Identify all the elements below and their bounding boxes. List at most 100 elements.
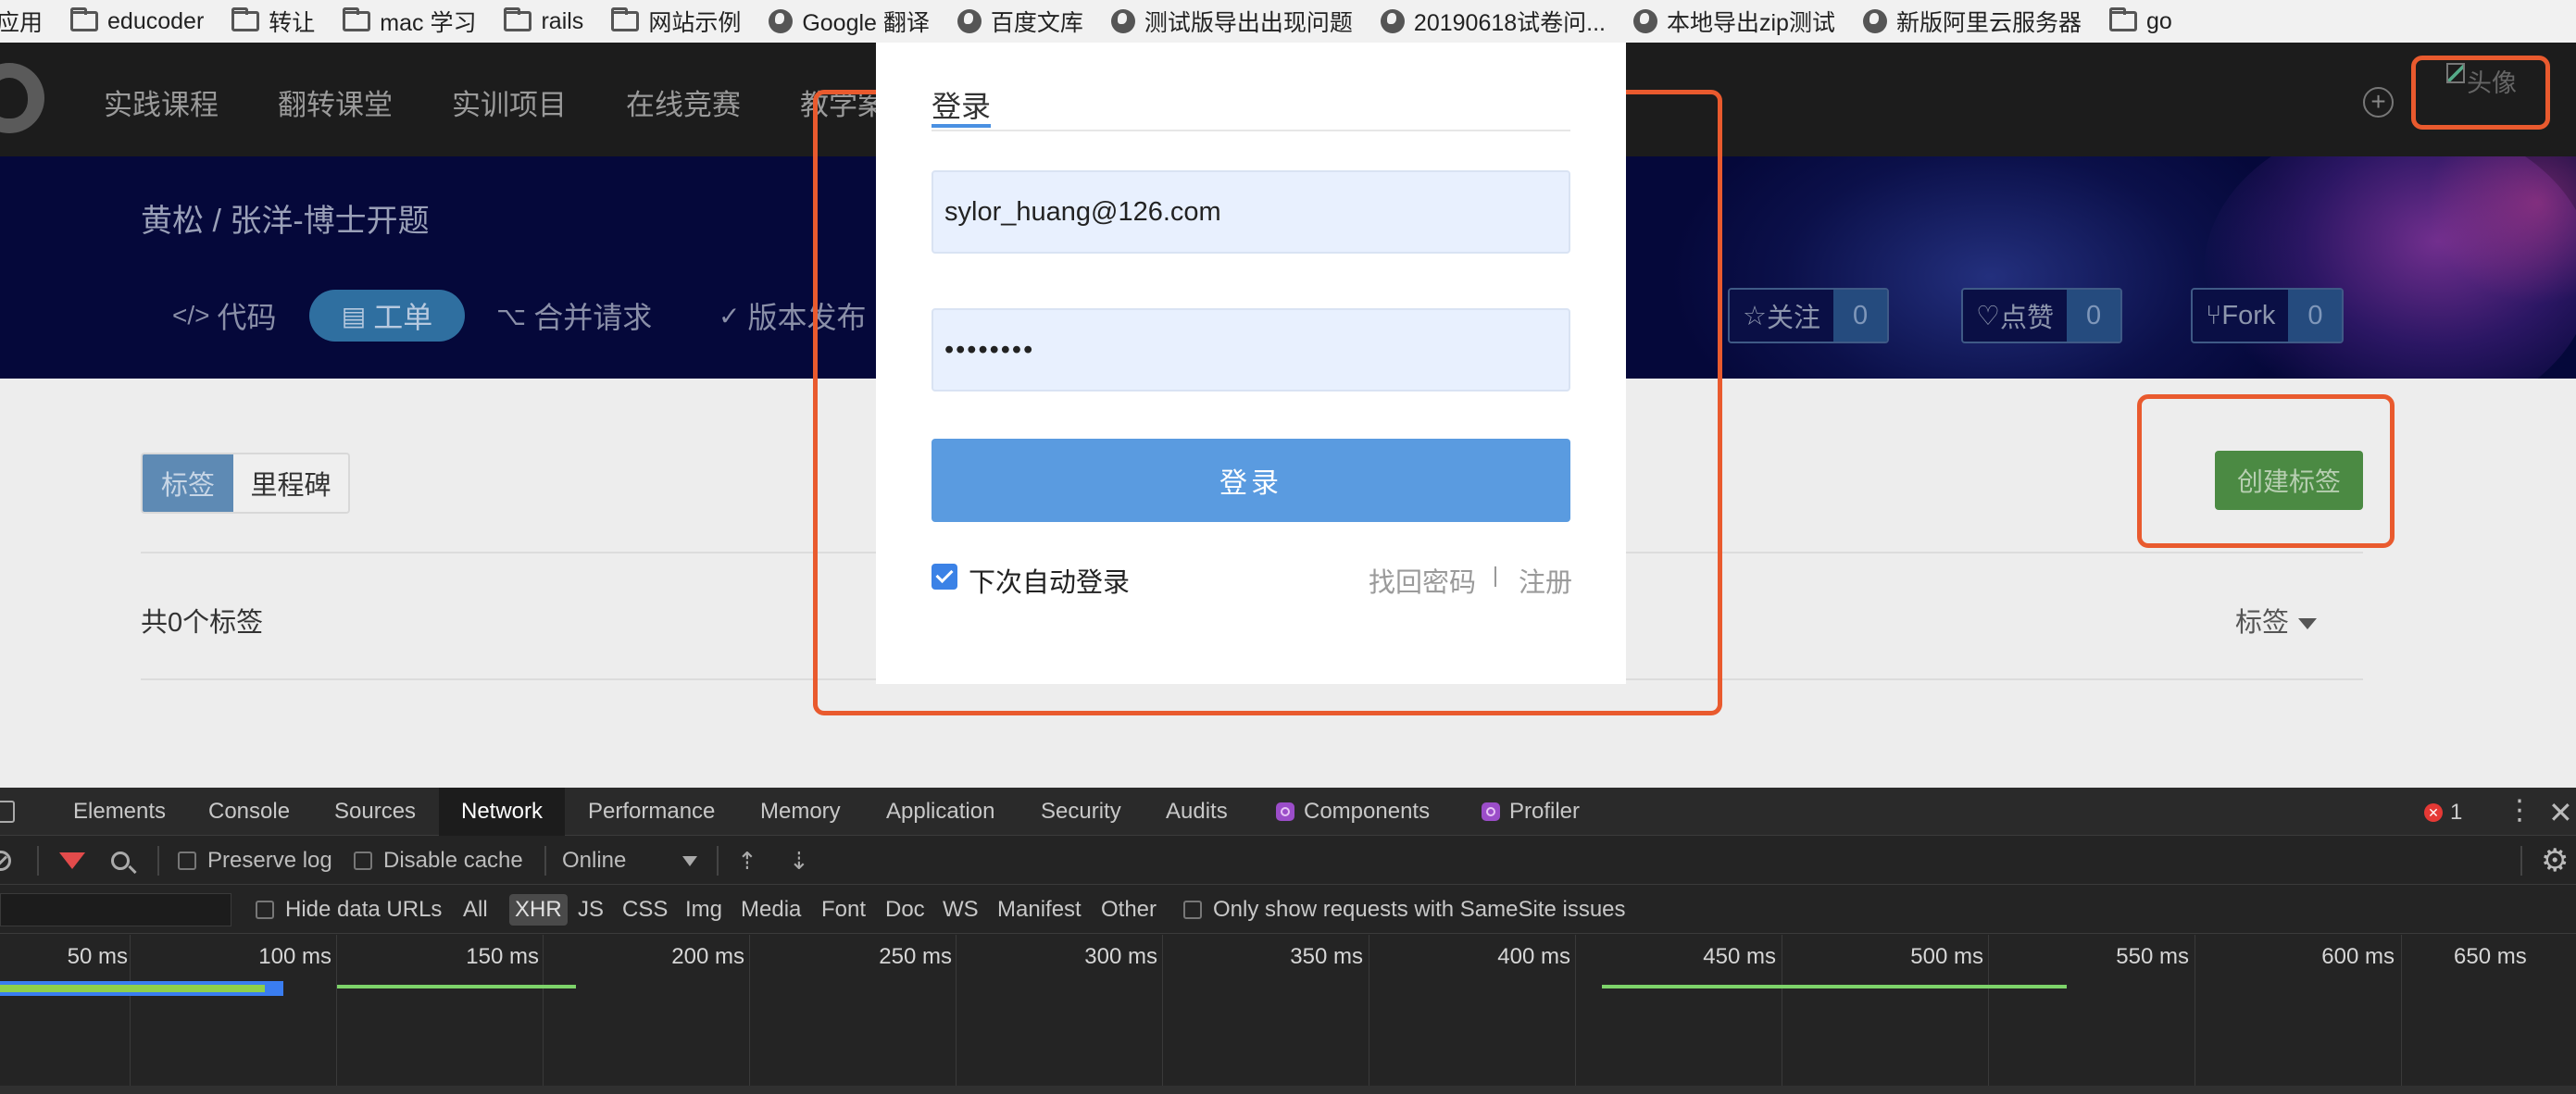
tab-audits[interactable]: Audits (1166, 788, 1228, 836)
nav-flipped-classroom[interactable]: 翻转课堂 (278, 81, 393, 123)
tab-components[interactable]: Components (1276, 788, 1430, 836)
sort-dropdown[interactable]: 标签 (2235, 601, 2318, 640)
tab-underline (932, 124, 991, 128)
bookmark-transfer[interactable]: 转让 (231, 5, 315, 38)
divider (932, 130, 1570, 131)
devtools-tab-bar: Elements Console Sources Network Perform… (0, 788, 2576, 836)
close-icon[interactable]: ✕ (2548, 795, 2573, 830)
tab-code[interactable]: </> 代码 (172, 290, 277, 342)
more-options-icon[interactable]: ⋮ (2506, 797, 2533, 825)
login-button[interactable]: 登录 (932, 439, 1570, 522)
plus-circle-icon[interactable]: + (2363, 87, 2394, 118)
tab-issues[interactable]: ▤ 工单 (309, 290, 465, 342)
folder-icon (611, 7, 640, 31)
export-har-icon[interactable]: ⇣ (789, 837, 809, 885)
nav-online-contests[interactable]: 在线竞赛 (626, 81, 741, 123)
register-link[interactable]: 注册 (1519, 561, 1572, 600)
tab-profiler[interactable]: Profiler (1482, 788, 1580, 836)
like-count: 0 (2067, 290, 2121, 342)
preserve-log-checkbox[interactable]: Preserve log (178, 837, 332, 885)
search-icon[interactable] (111, 852, 130, 870)
error-count-badge[interactable]: ✕ 1 (2424, 800, 2462, 826)
filter-ws[interactable]: WS (943, 886, 979, 934)
timeline-tick-label: 200 ms (671, 944, 744, 969)
timeline-tick-label: 650 ms (2454, 944, 2527, 969)
fork-button[interactable]: ⑂ Fork 0 (2191, 288, 2345, 343)
throttle-select[interactable]: Online (562, 837, 697, 885)
like-button[interactable]: ♡ 点赞 0 (1961, 288, 2123, 343)
gear-icon[interactable]: ⚙ (2541, 837, 2569, 885)
tab-sources[interactable]: Sources (334, 788, 416, 836)
hide-data-urls-checkbox[interactable]: Hide data URLs (256, 886, 442, 934)
bookmark-aliyun[interactable]: 新版阿里云服务器 (1862, 5, 2082, 38)
tab-memory[interactable]: Memory (760, 788, 841, 836)
timeline-tick-label: 550 ms (2116, 944, 2189, 969)
filter-manifest[interactable]: Manifest (997, 886, 1082, 934)
segment-milestones[interactable]: 里程碑 (233, 454, 348, 512)
filter-input[interactable] (0, 893, 231, 926)
email-field[interactable] (932, 170, 1570, 254)
nav-training-projects[interactable]: 实训项目 (452, 81, 567, 123)
bookmark-baidu-wenku[interactable]: 百度文库 (957, 5, 1083, 38)
bookmark-google-translate[interactable]: Google 翻译 (769, 5, 930, 38)
timeline-tick-label: 150 ms (466, 944, 539, 969)
timeline-gridline (749, 935, 750, 1094)
clear-icon[interactable] (0, 851, 11, 871)
bookmark-educoder[interactable]: educoder (70, 7, 204, 35)
timeline-gridline (336, 935, 337, 1094)
filter-other[interactable]: Other (1101, 886, 1157, 934)
globe-icon (1633, 9, 1657, 33)
bookmarks-bar: 应用 educoder 转让 mac 学习 rails 网站示例 Google … (0, 0, 2576, 43)
tab-performance[interactable]: Performance (588, 788, 715, 836)
bookmark-apps[interactable]: 应用 (0, 5, 43, 38)
tab-pull-requests[interactable]: ⌥ 合并请求 (496, 290, 652, 342)
bookmark-mac[interactable]: mac 学习 (343, 5, 476, 38)
check-circle-icon: ✓ (719, 301, 741, 330)
tab-elements[interactable]: Elements (73, 788, 166, 836)
filter-xhr[interactable]: XHR (509, 894, 568, 926)
filter-css[interactable]: CSS (622, 886, 668, 934)
dock-side-icon[interactable] (0, 801, 15, 823)
watch-button[interactable]: ☆ 关注 0 (1728, 288, 1890, 343)
globe-icon (769, 9, 794, 33)
folder-icon (343, 7, 371, 31)
tab-console[interactable]: Console (208, 788, 290, 836)
labels-segment-control: 标签 里程碑 (141, 453, 350, 514)
forgot-password-link[interactable]: 找回密码 (1369, 561, 1476, 600)
bookmark-go[interactable]: go (2108, 7, 2172, 35)
bookmark-site-examples[interactable]: 网站示例 (611, 5, 741, 38)
import-har-icon[interactable]: ⇡ (737, 837, 757, 885)
filter-font[interactable]: Font (821, 886, 866, 934)
login-tab[interactable]: 登录 (932, 83, 991, 126)
filter-media[interactable]: Media (741, 886, 801, 934)
network-timeline: 50 ms 100 ms 150 ms 200 ms 250 ms 300 ms… (0, 935, 2576, 1094)
filter-icon[interactable] (59, 852, 85, 869)
network-toolbar: Preserve log Disable cache Online ⇡ ⇣ ⚙ (0, 837, 2576, 885)
folder-icon (70, 7, 99, 31)
bookmark-exam-issue[interactable]: 20190618试卷问... (1380, 5, 1606, 38)
filter-doc[interactable]: Doc (885, 886, 925, 934)
samesite-checkbox[interactable]: Only show requests with SameSite issues (1183, 886, 1626, 934)
filter-all[interactable]: All (463, 886, 488, 934)
bookmark-rails[interactable]: rails (504, 7, 583, 35)
watch-count: 0 (1833, 290, 1888, 342)
react-icon (1276, 802, 1294, 821)
nav-practice-courses[interactable]: 实践课程 (104, 81, 219, 123)
project-title[interactable]: 黄松 / 张洋-博士开题 (141, 195, 430, 241)
password-field[interactable] (932, 308, 1570, 392)
remember-checkbox[interactable] (932, 564, 957, 590)
tab-security[interactable]: Security (1041, 788, 1121, 836)
segment-tags[interactable]: 标签 (143, 454, 233, 512)
timeline-gridline (956, 935, 957, 1094)
timeline-gridline (543, 935, 544, 1094)
tab-application[interactable]: Application (886, 788, 994, 836)
site-logo-icon[interactable] (0, 63, 44, 133)
link-separator (1494, 566, 1496, 587)
bookmark-local-zip[interactable]: 本地导出zip测试 (1633, 5, 1835, 38)
disable-cache-checkbox[interactable]: Disable cache (354, 837, 523, 885)
timeline-gridline (1575, 935, 1576, 1094)
tab-network[interactable]: Network (439, 788, 566, 836)
bookmark-test-export[interactable]: 测试版导出出现问题 (1110, 5, 1353, 38)
filter-img[interactable]: Img (685, 886, 722, 934)
filter-js[interactable]: JS (578, 886, 604, 934)
